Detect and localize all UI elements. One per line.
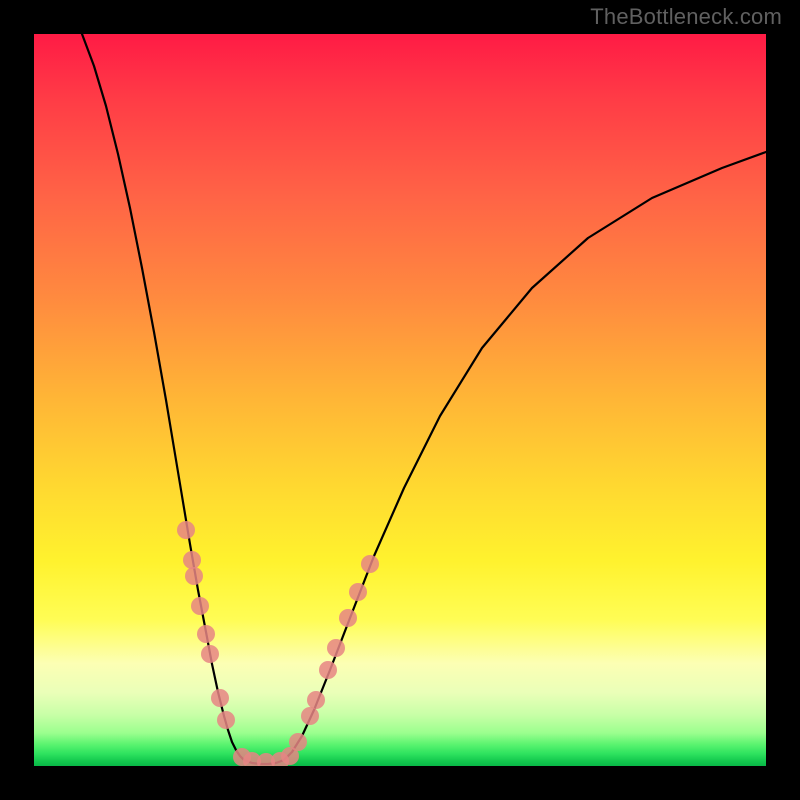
marker-dot [201, 645, 219, 663]
marker-dot [191, 597, 209, 615]
marker-dot [307, 691, 325, 709]
marker-dot [183, 551, 201, 569]
chart-container: TheBottleneck.com [0, 0, 800, 800]
marker-dot [327, 639, 345, 657]
marker-dot [339, 609, 357, 627]
marker-dot [349, 583, 367, 601]
marker-dot [197, 625, 215, 643]
marker-dot [177, 521, 195, 539]
marker-dots [177, 521, 379, 766]
marker-dot [301, 707, 319, 725]
marker-dot [319, 661, 337, 679]
marker-dot [289, 733, 307, 751]
marker-dot [185, 567, 203, 585]
markers-svg [34, 34, 766, 766]
marker-dot [361, 555, 379, 573]
plot-area [34, 34, 766, 766]
marker-dot [211, 689, 229, 707]
marker-dot [217, 711, 235, 729]
attribution-text: TheBottleneck.com [590, 4, 782, 30]
